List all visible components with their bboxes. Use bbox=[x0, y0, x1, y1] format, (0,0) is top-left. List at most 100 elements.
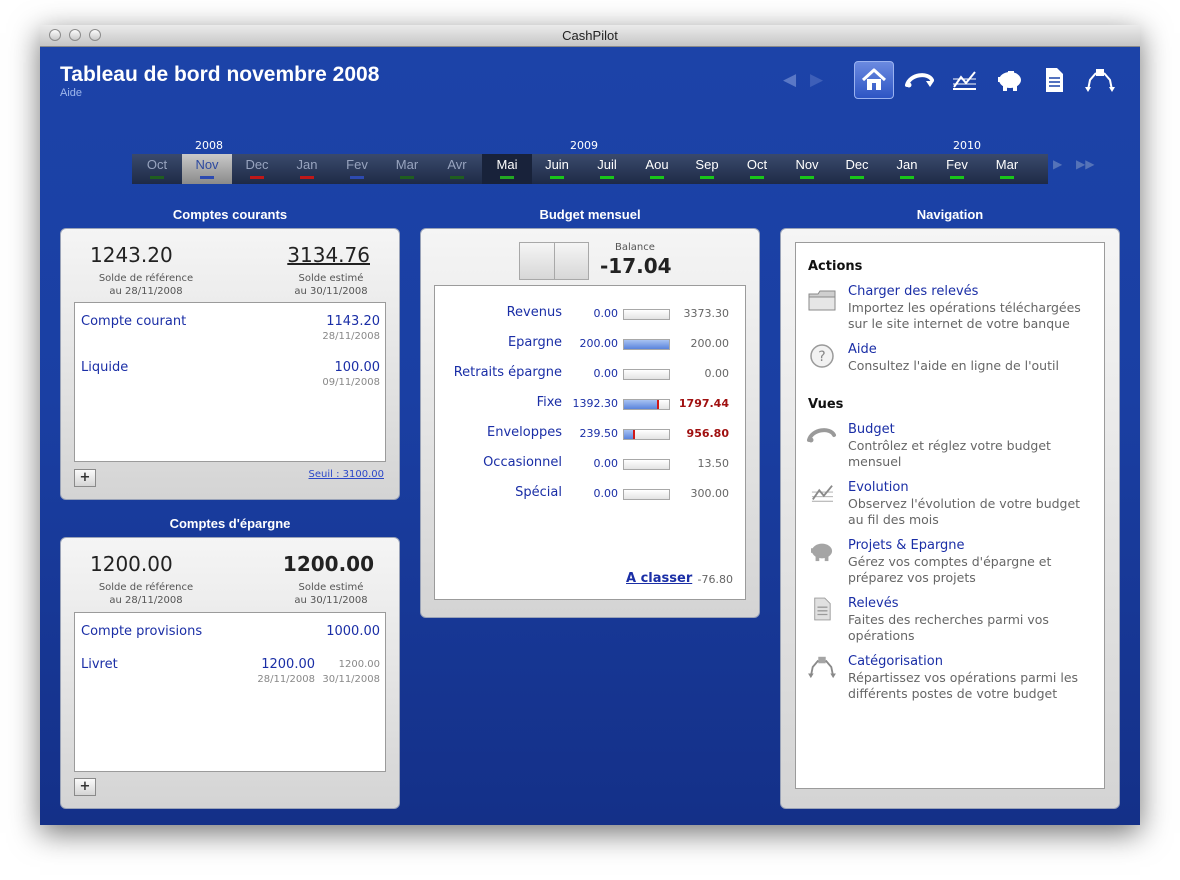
previous-month-arrow[interactable]: ◀ bbox=[783, 70, 796, 90]
month-oct[interactable]: Oct bbox=[732, 154, 782, 184]
month-label: Jan bbox=[296, 157, 318, 172]
budget-icon[interactable] bbox=[900, 61, 940, 99]
month-status-marker bbox=[600, 176, 614, 179]
budget-category-label[interactable]: Fixe bbox=[537, 395, 562, 410]
budget-category-label[interactable]: Retraits épargne bbox=[454, 365, 562, 380]
account-name[interactable]: Compte courant bbox=[81, 314, 186, 329]
help-nav-link[interactable]: Aide bbox=[848, 342, 877, 357]
month-juil[interactable]: Juil bbox=[582, 154, 632, 184]
next-month-arrow[interactable]: ▶ bbox=[810, 70, 823, 90]
month-juin[interactable]: Juin bbox=[532, 154, 582, 184]
month-aou[interactable]: Aou bbox=[632, 154, 682, 184]
month-nov[interactable]: Nov bbox=[782, 154, 832, 184]
account-amount[interactable]: 100.00 bbox=[335, 360, 381, 375]
account-amount[interactable]: 1200.00 bbox=[261, 657, 315, 672]
timeline-scroll-end[interactable]: ▶▶ bbox=[1076, 157, 1094, 171]
savings-accounts-title: Comptes d'épargne bbox=[169, 516, 291, 531]
budget-gauge bbox=[623, 309, 670, 320]
budget-planned-value[interactable]: 300.00 bbox=[691, 487, 730, 500]
budget-planned-value[interactable]: 956.80 bbox=[687, 427, 729, 440]
month-status-marker bbox=[650, 176, 664, 179]
piggy-bank-icon[interactable] bbox=[990, 61, 1030, 99]
account-name[interactable]: Livret bbox=[81, 657, 118, 672]
month-mar[interactable]: Mar bbox=[382, 154, 432, 184]
month-jan[interactable]: Jan bbox=[882, 154, 932, 184]
home-icon[interactable] bbox=[854, 61, 894, 99]
estimated-balance-label: Solde estimé au 30/11/2008 bbox=[294, 273, 368, 297]
budget-nav-link[interactable]: Budget bbox=[848, 422, 895, 437]
budget-actual-value[interactable]: 1392.30 bbox=[573, 397, 619, 410]
categorization-icon[interactable] bbox=[806, 652, 838, 682]
navigation-title: Navigation bbox=[916, 207, 984, 222]
folder-icon[interactable] bbox=[806, 285, 838, 315]
budget-category-label[interactable]: Occasionnel bbox=[483, 455, 562, 470]
month-fev[interactable]: Fev bbox=[932, 154, 982, 184]
month-status-marker bbox=[350, 176, 364, 179]
load-statements-description: Importez les opérations téléchargées sur … bbox=[848, 300, 1081, 331]
budget-category-label[interactable]: Spécial bbox=[515, 485, 562, 500]
month-mar[interactable]: Mar bbox=[982, 154, 1032, 184]
piggy-bank-icon[interactable] bbox=[806, 536, 838, 566]
evolution-icon[interactable] bbox=[806, 478, 838, 508]
budget-category-label[interactable]: Epargne bbox=[508, 335, 562, 350]
budget-actual-value[interactable]: 0.00 bbox=[594, 307, 619, 320]
month-label: Sep bbox=[695, 157, 719, 172]
budget-gauge bbox=[623, 489, 670, 500]
evolution-icon[interactable] bbox=[944, 61, 984, 99]
categorization-nav-link[interactable]: Catégorisation bbox=[848, 654, 943, 669]
month-oct[interactable]: Oct bbox=[132, 154, 182, 184]
budget-actual-value[interactable]: 0.00 bbox=[594, 367, 619, 380]
budget-category-label[interactable]: Enveloppes bbox=[487, 425, 562, 440]
account-amount[interactable]: 1143.20 bbox=[326, 314, 380, 329]
add-account-button[interactable]: + bbox=[74, 469, 96, 487]
budget-planned-value[interactable]: 0.00 bbox=[705, 367, 730, 380]
account-name[interactable]: Compte provisions bbox=[81, 624, 202, 639]
month-fev[interactable]: Fev bbox=[332, 154, 382, 184]
budget-planned-value[interactable]: 13.50 bbox=[698, 457, 730, 470]
help-link[interactable]: Aide bbox=[60, 87, 82, 99]
month-nov[interactable]: Nov bbox=[182, 154, 232, 184]
month-status-marker bbox=[500, 176, 514, 179]
evolution-nav-link[interactable]: Evolution bbox=[848, 480, 909, 495]
statements-icon[interactable] bbox=[806, 594, 838, 624]
add-account-button[interactable]: + bbox=[74, 778, 96, 796]
budget-actual-value[interactable]: 0.00 bbox=[594, 487, 619, 500]
month-status-marker bbox=[300, 176, 314, 179]
month-status-marker bbox=[400, 176, 414, 179]
savings-accounts-list: Compte provisions 1000.00 Livret 1200.00… bbox=[74, 612, 386, 772]
svg-text:?: ? bbox=[818, 349, 825, 365]
month-jan[interactable]: Jan bbox=[282, 154, 332, 184]
budget-actual-value[interactable]: 200.00 bbox=[580, 337, 619, 350]
budget-planned-value[interactable]: 1797.44 bbox=[679, 397, 729, 410]
month-avr[interactable]: Avr bbox=[432, 154, 482, 184]
load-statements-link[interactable]: Charger des relevés bbox=[848, 284, 978, 299]
month-dec[interactable]: Dec bbox=[832, 154, 882, 184]
account-amount[interactable]: 1000.00 bbox=[326, 624, 380, 639]
estimated-balance[interactable]: 3134.76 bbox=[287, 243, 370, 267]
month-mai[interactable]: Mai bbox=[482, 154, 532, 184]
help-icon[interactable]: ? bbox=[806, 341, 838, 371]
categorization-icon[interactable] bbox=[1080, 61, 1120, 99]
timeline-scroll-next[interactable]: ▶ bbox=[1053, 157, 1062, 171]
budget-planned-value[interactable]: 3373.30 bbox=[684, 307, 730, 320]
budget-gauge bbox=[623, 459, 670, 470]
month-sep[interactable]: Sep bbox=[682, 154, 732, 184]
month-status-marker bbox=[450, 176, 464, 179]
statements-icon[interactable] bbox=[1034, 61, 1074, 99]
budget-planned-value[interactable]: 200.00 bbox=[691, 337, 730, 350]
budget-actual-value[interactable]: 239.50 bbox=[580, 427, 619, 440]
threshold-link[interactable]: Seuil : 3100.00 bbox=[309, 469, 384, 480]
reference-balance-label: Solde de référence au 28/11/2008 bbox=[98, 582, 194, 606]
year-label: 2008 bbox=[195, 139, 223, 152]
month-status-marker bbox=[550, 176, 564, 179]
account-name[interactable]: Liquide bbox=[81, 360, 128, 375]
statements-nav-link[interactable]: Relevés bbox=[848, 596, 899, 611]
unclassified-link[interactable]: A classer bbox=[626, 571, 692, 586]
month-dec[interactable]: Dec bbox=[232, 154, 282, 184]
budget-icon[interactable] bbox=[806, 420, 838, 450]
budget-category-label[interactable]: Revenus bbox=[507, 305, 562, 320]
budget-actual-value[interactable]: 0.00 bbox=[594, 457, 619, 470]
balance-gauge bbox=[519, 242, 589, 280]
projects-nav-link[interactable]: Projets & Epargne bbox=[848, 538, 965, 553]
account-date: 09/11/2008 bbox=[322, 377, 380, 388]
